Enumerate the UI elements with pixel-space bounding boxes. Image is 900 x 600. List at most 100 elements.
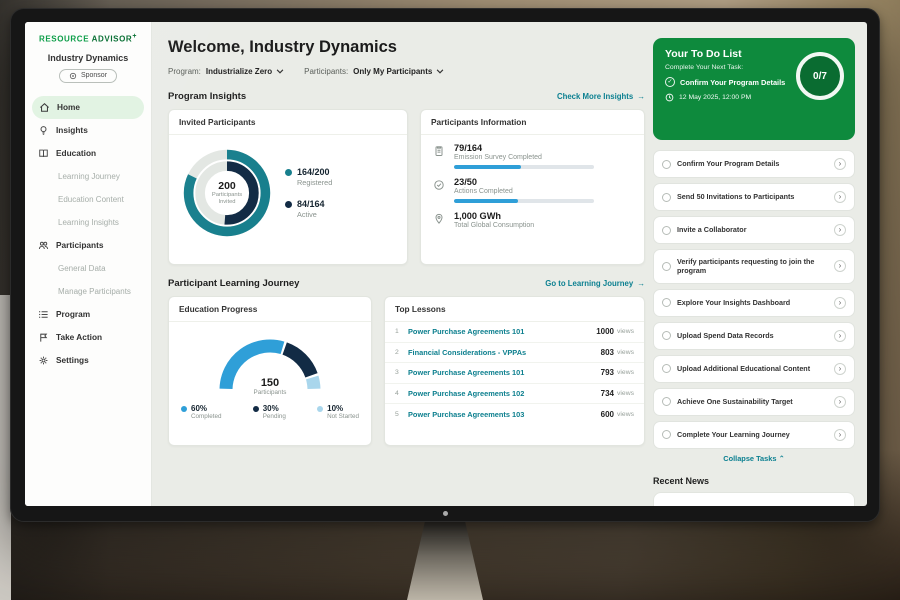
emission-survey-progress-bar — [454, 165, 594, 169]
sidebar-item-label: Take Action — [56, 332, 102, 342]
completed-pct: 60% — [191, 404, 207, 413]
participants-dropdown[interactable]: Only My Participants — [353, 67, 444, 76]
global-consumption-value: 1,000 GWh — [454, 211, 534, 221]
task-checkbox[interactable] — [662, 226, 671, 235]
page-title: Welcome, Industry Dynamics — [168, 38, 645, 57]
chevron-up-icon: ⌃ — [779, 454, 785, 463]
global-consumption-label: Total Global Consumption — [454, 222, 534, 229]
task-checkbox[interactable] — [662, 331, 671, 340]
top-lessons-card-title: Top Lessons — [385, 297, 644, 322]
top-lessons-list: 1 Power Purchase Agreements 101 1000 vie… — [385, 322, 644, 425]
lesson-link[interactable]: Power Purchase Agreements 101 — [408, 327, 596, 336]
gauge-center-label: Participants — [210, 389, 330, 396]
chevron-right-icon[interactable]: › — [834, 297, 846, 309]
task-checkbox[interactable] — [662, 397, 671, 406]
lesson-row[interactable]: 1 Power Purchase Agreements 101 1000 vie… — [385, 322, 644, 343]
task-item[interactable]: Upload Spend Data Records › — [653, 322, 855, 350]
sidebar-item-home[interactable]: Home — [32, 96, 144, 119]
invited-participants-donut-chart: 200 Participants Invited — [179, 145, 275, 241]
lesson-link[interactable]: Financial Considerations - VPPAs — [408, 348, 601, 357]
chevron-right-icon[interactable]: › — [834, 396, 846, 408]
logo-plus: + — [132, 33, 137, 40]
program-dropdown[interactable]: Industrialize Zero — [206, 67, 284, 76]
task-item[interactable]: Achieve One Sustainability Target › — [653, 388, 855, 416]
task-item[interactable]: Complete Your Learning Journey › — [653, 421, 855, 449]
task-item[interactable]: Invite a Collaborator › — [653, 216, 855, 244]
sidebar-item-learning-journey[interactable]: Learning Journey — [25, 165, 151, 188]
sidebar-item-take-action[interactable]: Take Action — [25, 326, 151, 349]
sidebar-item-label: Insights — [56, 125, 88, 135]
lesson-row[interactable]: 4 Power Purchase Agreements 102 734 view… — [385, 384, 644, 405]
clipboard-icon — [433, 145, 445, 157]
sidebar-item-education-content[interactable]: Education Content — [25, 188, 151, 211]
chevron-right-icon[interactable]: › — [834, 191, 846, 203]
task-item[interactable]: Verify participants requesting to join t… — [653, 249, 855, 284]
home-icon — [39, 102, 50, 113]
chevron-right-icon[interactable]: › — [834, 363, 846, 375]
monitor-bezel: RESOURCE ADVISOR+ Industry Dynamics Spon… — [10, 8, 880, 522]
not-started-pct: 10% — [327, 404, 343, 413]
list-icon — [38, 309, 49, 320]
target-check-icon — [433, 179, 445, 191]
task-checkbox[interactable] — [662, 160, 671, 169]
task-item[interactable]: Upload Additional Educational Content › — [653, 355, 855, 383]
actions-completed-stat: 23/50 Actions Completed — [433, 177, 632, 203]
emission-survey-value: 79/164 — [454, 143, 594, 153]
lesson-row[interactable]: 2 Financial Considerations - VPPAs 803 v… — [385, 343, 644, 364]
sidebar-item-education[interactable]: Education — [25, 142, 151, 165]
flag-icon — [38, 332, 49, 343]
task-item[interactable]: Send 50 Invitations to Participants › — [653, 183, 855, 211]
task-checkbox[interactable] — [662, 298, 671, 307]
sidebar-item-participants[interactable]: Participants — [25, 234, 151, 257]
check-icon: ✓ — [665, 77, 675, 87]
lesson-link[interactable]: Power Purchase Agreements 102 — [408, 389, 601, 398]
participants-information-card-title: Participants Information — [421, 110, 644, 135]
program-insights-title: Program Insights — [168, 91, 246, 102]
screen: RESOURCE ADVISOR+ Industry Dynamics Spon… — [25, 22, 867, 506]
people-icon — [38, 240, 49, 251]
chevron-right-icon[interactable]: › — [834, 260, 846, 272]
sidebar-item-insights[interactable]: Insights — [25, 119, 151, 142]
collapse-tasks-link[interactable]: Collapse Tasks ⌃ — [653, 454, 855, 463]
sponsor-icon — [69, 72, 77, 80]
legend-dot-pending — [253, 406, 259, 412]
chevron-down-icon — [436, 69, 444, 74]
recent-news-card — [653, 492, 855, 506]
chevron-right-icon[interactable]: › — [834, 330, 846, 342]
emission-survey-stat: 79/164 Emission Survey Completed — [433, 143, 632, 169]
lightbulb-icon — [38, 125, 49, 136]
sidebar-item-label: Home — [57, 102, 80, 112]
lesson-link[interactable]: Power Purchase Agreements 103 — [408, 410, 601, 419]
lesson-row[interactable]: 5 Power Purchase Agreements 103 600 view… — [385, 404, 644, 425]
filters-row: Program: Industrialize Zero Participants… — [168, 67, 645, 76]
location-pin-icon — [433, 213, 445, 225]
check-more-insights-link[interactable]: Check More Insights → — [557, 92, 645, 101]
not-started-label: Not Started — [327, 413, 359, 420]
sidebar-item-learning-insights[interactable]: Learning Insights — [25, 211, 151, 234]
sidebar-item-program[interactable]: Program — [25, 303, 151, 326]
chevron-down-icon — [276, 69, 284, 74]
todo-next-task: Confirm Your Program Details — [680, 78, 785, 87]
task-checkbox[interactable] — [662, 430, 671, 439]
go-to-learning-journey-link[interactable]: Go to Learning Journey → — [545, 279, 645, 288]
sidebar-item-manage-participants[interactable]: Manage Participants — [25, 280, 151, 303]
sidebar-item-general-data[interactable]: General Data — [25, 257, 151, 280]
chevron-right-icon[interactable]: › — [834, 224, 846, 236]
pending-label: Pending — [263, 413, 286, 420]
task-item[interactable]: Explore Your Insights Dashboard › — [653, 289, 855, 317]
task-checkbox[interactable] — [662, 364, 671, 373]
chevron-right-icon[interactable]: › — [834, 429, 846, 441]
task-checkbox[interactable] — [662, 262, 671, 271]
task-item[interactable]: Confirm Your Program Details › — [653, 150, 855, 178]
invited-participants-card: Invited Participants — [168, 109, 408, 265]
lesson-row[interactable]: 3 Power Purchase Agreements 101 793 view… — [385, 363, 644, 384]
main-content: Welcome, Industry Dynamics Program: Indu… — [152, 22, 653, 446]
chevron-right-icon[interactable]: › — [834, 158, 846, 170]
task-checkbox[interactable] — [662, 193, 671, 202]
legend-dot-completed — [181, 406, 187, 412]
gear-icon — [38, 355, 49, 366]
active-label: Active — [297, 210, 332, 219]
lesson-link[interactable]: Power Purchase Agreements 101 — [408, 368, 601, 377]
sidebar-item-settings[interactable]: Settings — [25, 349, 151, 372]
todo-progress-badge: 0/7 — [796, 52, 844, 100]
